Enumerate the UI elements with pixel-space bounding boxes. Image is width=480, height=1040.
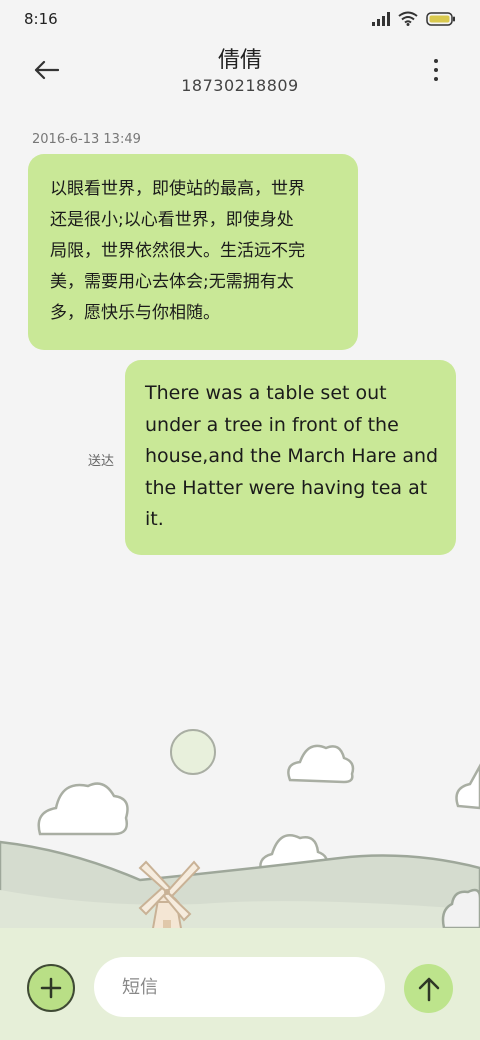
message-line: under a tree in front of the [145,413,399,436]
message-input[interactable] [94,957,385,1017]
composer-bar [0,928,480,1040]
wifi-icon [398,11,418,26]
more-vertical-icon [434,59,438,63]
message-line: There was a table set out [145,382,387,404]
add-attachment-button[interactable] [27,964,75,1012]
signal-icon [372,11,390,26]
message-line: 局限，世界依然很大。生活远不完 [50,241,305,261]
cloud-illustration [287,744,355,784]
messaging-screen: 8:16 倩倩 18730218809 2016-6-13 13:49 以眼看世… [0,0,480,1040]
status-icons [372,11,456,26]
cloud-illustration [37,782,129,836]
cloud-illustration [455,763,480,810]
message-line: 以眼看世界，即使站的最高，世界 [50,179,305,199]
plus-icon [40,977,62,999]
more-options-button[interactable] [422,54,450,86]
battery-icon [426,11,455,26]
send-button[interactable] [404,964,453,1013]
contact-name: 倩倩 [217,48,262,73]
message-line: the Hatter were having tea at [145,476,428,499]
status-bar: 8:16 [0,0,480,40]
message-line: house,and the March Hare and [145,445,439,467]
message-line: 美，需要用心去体会;无需拥有太 [50,272,294,292]
background-scenery [0,729,480,940]
status-time: 8:16 [24,10,58,28]
sun-illustration [170,729,216,775]
message-line: it. [145,508,164,530]
up-arrow-icon [418,977,439,1001]
more-vertical-icon-dot [434,77,438,81]
message-line: 多，愿快乐与你相随。 [50,303,220,323]
outgoing-message-bubble[interactable]: There was a table set out under a tree i… [125,360,456,555]
contact-phone: 18730218809 [181,76,299,95]
message-timestamp: 2016-6-13 13:49 [32,132,141,147]
more-vertical-icon-dot [434,68,438,72]
message-line: 还是很小;以心看世界，即使身处 [50,210,294,230]
conversation-header: 倩倩 18730218809 [0,40,480,104]
incoming-message-bubble[interactable]: 以眼看世界，即使站的最高，世界 还是很小;以心看世界，即使身处 局限，世界依然很… [28,154,358,350]
delivery-status: 送达 [88,454,115,469]
